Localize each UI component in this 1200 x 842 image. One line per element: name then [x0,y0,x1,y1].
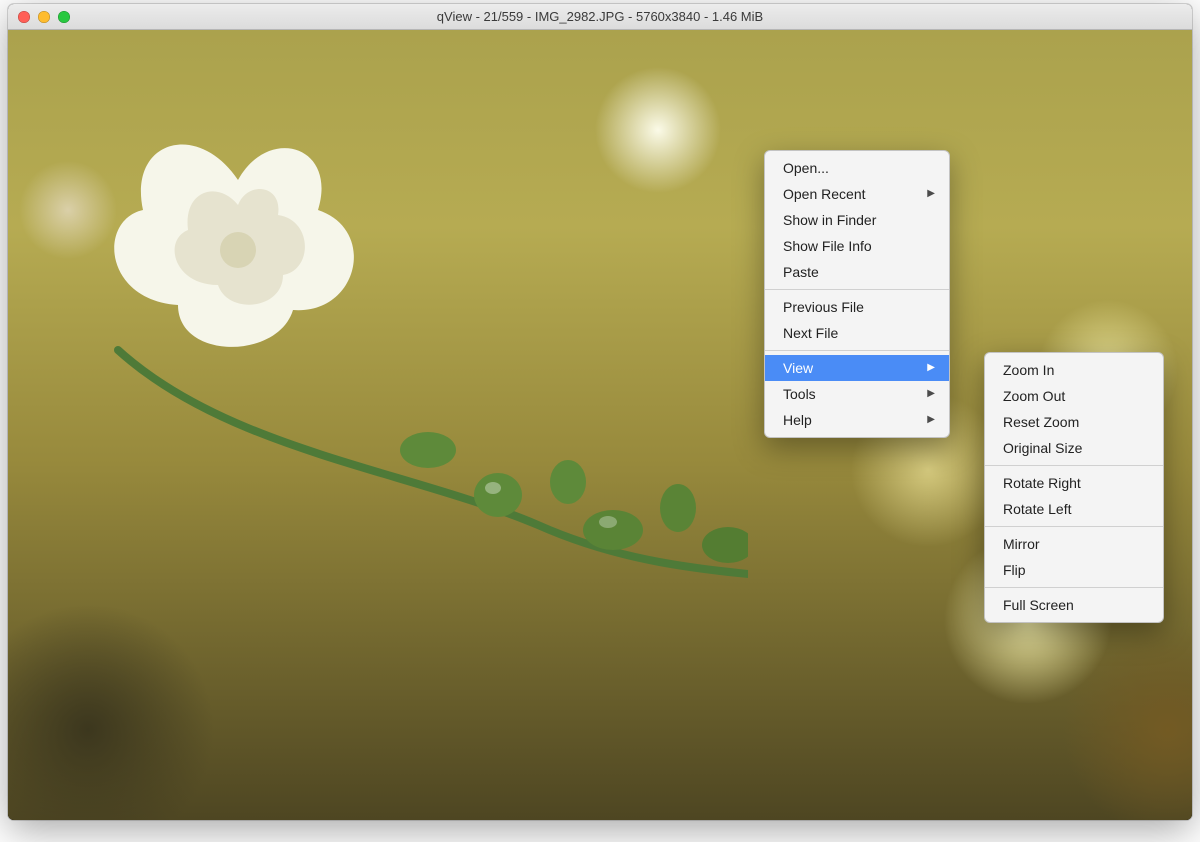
menu-item-label: Next File [783,323,838,343]
menu-separator [765,289,949,290]
menu-separator [985,526,1163,527]
menu-item-open-recent[interactable]: Open Recent ▶ [765,181,949,207]
menu-item-label: Rotate Left [1003,499,1072,519]
menu-item-label: Show File Info [783,236,872,256]
submenu-item-original-size[interactable]: Original Size [985,435,1163,461]
menu-item-next-file[interactable]: Next File [765,320,949,346]
menu-item-tools[interactable]: Tools ▶ [765,381,949,407]
submenu-item-flip[interactable]: Flip [985,557,1163,583]
context-menu: Open... Open Recent ▶ Show in Finder Sho… [764,150,950,438]
submenu-item-zoom-out[interactable]: Zoom Out [985,383,1163,409]
menu-item-help[interactable]: Help ▶ [765,407,949,433]
menu-item-label: Paste [783,262,819,282]
menu-item-label: View [783,358,813,378]
menu-item-label: Zoom In [1003,360,1054,380]
image-viewport[interactable]: Open... Open Recent ▶ Show in Finder Sho… [8,30,1192,820]
menu-item-label: Zoom Out [1003,386,1065,406]
submenu-item-rotate-left[interactable]: Rotate Left [985,496,1163,522]
app-window: qView - 21/559 - IMG_2982.JPG - 5760x384… [8,4,1192,820]
window-title-text: qView - 21/559 - IMG_2982.JPG - 5760x384… [437,9,763,24]
menu-item-label: Mirror [1003,534,1040,554]
menu-item-view[interactable]: View ▶ [765,355,949,381]
menu-item-previous-file[interactable]: Previous File [765,294,949,320]
menu-item-show-in-finder[interactable]: Show in Finder [765,207,949,233]
titlebar: qView - 21/559 - IMG_2982.JPG - 5760x384… [8,4,1192,30]
submenu-item-rotate-right[interactable]: Rotate Right [985,470,1163,496]
submenu-item-reset-zoom[interactable]: Reset Zoom [985,409,1163,435]
submenu-item-zoom-in[interactable]: Zoom In [985,357,1163,383]
submenu-arrow-icon: ▶ [927,410,935,430]
menu-separator [985,465,1163,466]
menu-item-label: Full Screen [1003,595,1074,615]
menu-item-open[interactable]: Open... [765,155,949,181]
view-submenu: Zoom In Zoom Out Reset Zoom Original Siz… [984,352,1164,623]
minimize-window-button[interactable] [38,11,50,23]
close-window-button[interactable] [18,11,30,23]
menu-item-label: Flip [1003,560,1026,580]
submenu-item-full-screen[interactable]: Full Screen [985,592,1163,618]
submenu-item-mirror[interactable]: Mirror [985,531,1163,557]
menu-separator [985,587,1163,588]
menu-item-label: Help [783,410,812,430]
submenu-arrow-icon: ▶ [927,184,935,204]
menu-item-label: Open... [783,158,829,178]
menu-item-label: Rotate Right [1003,473,1081,493]
submenu-arrow-icon: ▶ [927,384,935,404]
maximize-window-button[interactable] [58,11,70,23]
menu-item-paste[interactable]: Paste [765,259,949,285]
menu-item-label: Open Recent [783,184,866,204]
menu-item-label: Tools [783,384,816,404]
menu-item-label: Show in Finder [783,210,876,230]
menu-separator [765,350,949,351]
menu-item-show-file-info[interactable]: Show File Info [765,233,949,259]
traffic-lights [18,11,70,23]
submenu-arrow-icon: ▶ [927,358,935,378]
menu-item-label: Previous File [783,297,864,317]
menu-item-label: Reset Zoom [1003,412,1079,432]
window-title: qView - 21/559 - IMG_2982.JPG - 5760x384… [8,4,1192,29]
menu-item-label: Original Size [1003,438,1082,458]
